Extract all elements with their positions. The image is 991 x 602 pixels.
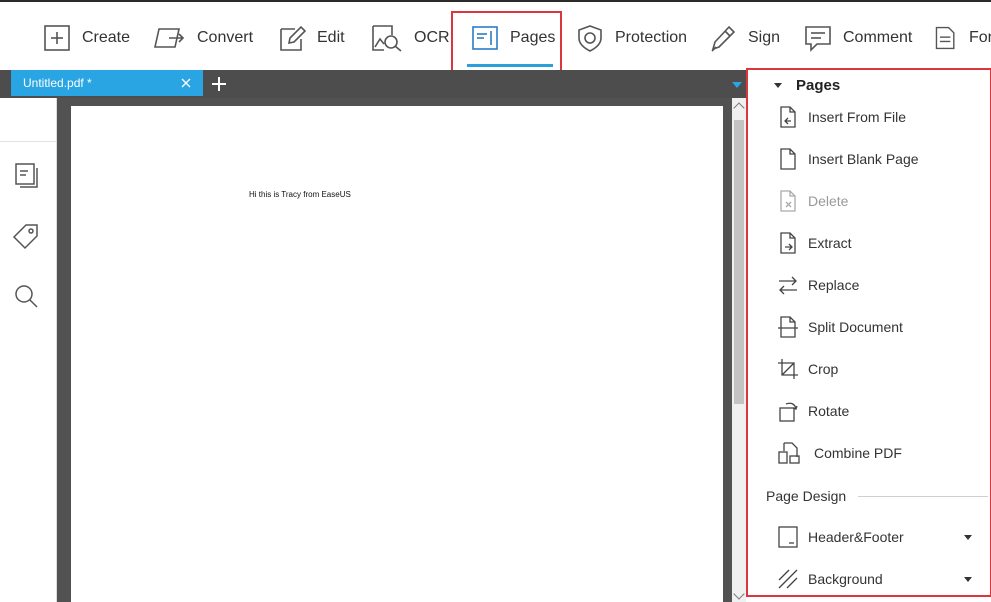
toolbar-protection-label: Protection [615,29,688,46]
toolbar-edit-button[interactable]: Edit [277,20,345,56]
combine-icon [778,442,800,464]
background-label: Background [808,571,883,587]
close-icon[interactable] [180,77,192,89]
header-footer-icon [778,526,798,548]
edit-pen-icon [280,25,307,51]
page-design-section-header: Page Design [766,486,988,506]
pdf-page[interactable]: Hi this is Tracy from EaseUS [71,106,723,602]
scroll-up-icon[interactable] [733,102,745,114]
header-footer-dropdown-icon[interactable] [964,535,972,540]
rotate-label: Rotate [808,403,850,419]
pages-highlight-box [451,11,562,74]
insert-file-icon [780,106,796,128]
panel-title: Pages [796,76,841,94]
insert-from-file-button[interactable]: Insert From File [776,104,906,130]
bookmark-tag-icon[interactable] [12,222,40,250]
document-canvas: Hi this is Tracy from EaseUS [57,98,732,602]
header-footer-label: Header&Footer [808,529,904,545]
replace-button[interactable]: Replace [776,272,859,298]
toolbar-sign-button[interactable]: Sign [708,20,780,56]
replace-icon [779,276,797,295]
toolbar-convert-label: Convert [197,29,254,46]
comment-icon [805,26,831,52]
ocr-icon [372,25,402,52]
delete-page-button[interactable]: Delete [776,188,848,214]
toolbar-edit-label: Edit [317,29,345,46]
split-document-label: Split Document [808,319,903,335]
toolbar-comment-button[interactable]: Comment [803,20,912,56]
document-tab-bar: Untitled.pdf * [0,70,748,98]
background-icon [778,569,798,589]
rotate-button[interactable]: Rotate [776,398,849,424]
tab-list-dropdown-icon[interactable] [732,82,742,88]
convert-icon [154,28,185,48]
crop-button[interactable]: Crop [776,356,838,382]
page-text-content[interactable]: Hi this is Tracy from EaseUS [249,190,351,199]
form-icon [935,26,955,50]
delete-page-icon [780,190,796,212]
delete-page-label: Delete [808,193,849,209]
split-document-button[interactable]: Split Document [776,314,903,340]
toolbar-form-button[interactable]: For [933,20,991,56]
background-dropdown-icon[interactable] [964,577,972,582]
document-tab-title: Untitled.pdf * [23,76,92,90]
combine-pdf-label: Combine PDF [814,445,902,461]
background-button[interactable]: Background [776,566,986,592]
main-toolbar: Create Convert Edit OCR Pages Protection… [0,0,991,74]
toolbar-comment-label: Comment [843,29,913,46]
section-divider [858,495,988,497]
scrollbar-thumb[interactable] [734,120,744,404]
combine-pdf-button[interactable]: Combine PDF [776,440,902,466]
pages-panel: Pages Insert From File Insert Blank Page… [748,70,991,602]
extract-button[interactable]: Extract [776,230,852,256]
toolbar-ocr-label: OCR [414,29,450,46]
replace-label: Replace [808,277,860,293]
blank-page-icon [780,148,796,170]
pages-panel-header[interactable]: Pages [774,74,840,96]
toolbar-convert-button[interactable]: Convert [151,20,253,56]
split-icon [778,316,798,338]
extract-icon [780,232,796,254]
crop-label: Crop [808,361,839,377]
insert-blank-page-button[interactable]: Insert Blank Page [776,146,919,172]
left-sidebar-header [0,98,56,142]
pen-sign-icon [711,25,736,52]
left-sidebar [0,98,57,602]
vertical-scrollbar[interactable] [732,98,746,602]
collapse-caret-icon[interactable] [774,82,782,88]
document-tab[interactable]: Untitled.pdf * [11,70,203,96]
toolbar-sign-label: Sign [748,29,781,46]
extract-label: Extract [808,235,852,251]
toolbar-create-label: Create [82,29,131,46]
toolbar-ocr-button[interactable]: OCR [370,20,450,56]
page-design-label: Page Design [766,488,847,504]
toolbar-create-button[interactable]: Create [42,20,130,56]
search-icon[interactable] [12,282,40,310]
plus-box-icon [44,25,70,51]
shield-icon [578,25,602,52]
header-footer-button[interactable]: Header&Footer [776,524,986,550]
crop-icon [778,359,798,379]
toolbar-protection-button[interactable]: Protection [575,20,687,56]
scroll-down-icon[interactable] [733,588,745,600]
add-tab-icon[interactable] [210,75,228,93]
insert-from-file-label: Insert From File [808,109,907,125]
toolbar-form-label: For [969,29,991,46]
thumbnails-icon[interactable] [12,161,40,189]
insert-blank-page-label: Insert Blank Page [808,151,919,167]
rotate-icon [779,402,798,422]
